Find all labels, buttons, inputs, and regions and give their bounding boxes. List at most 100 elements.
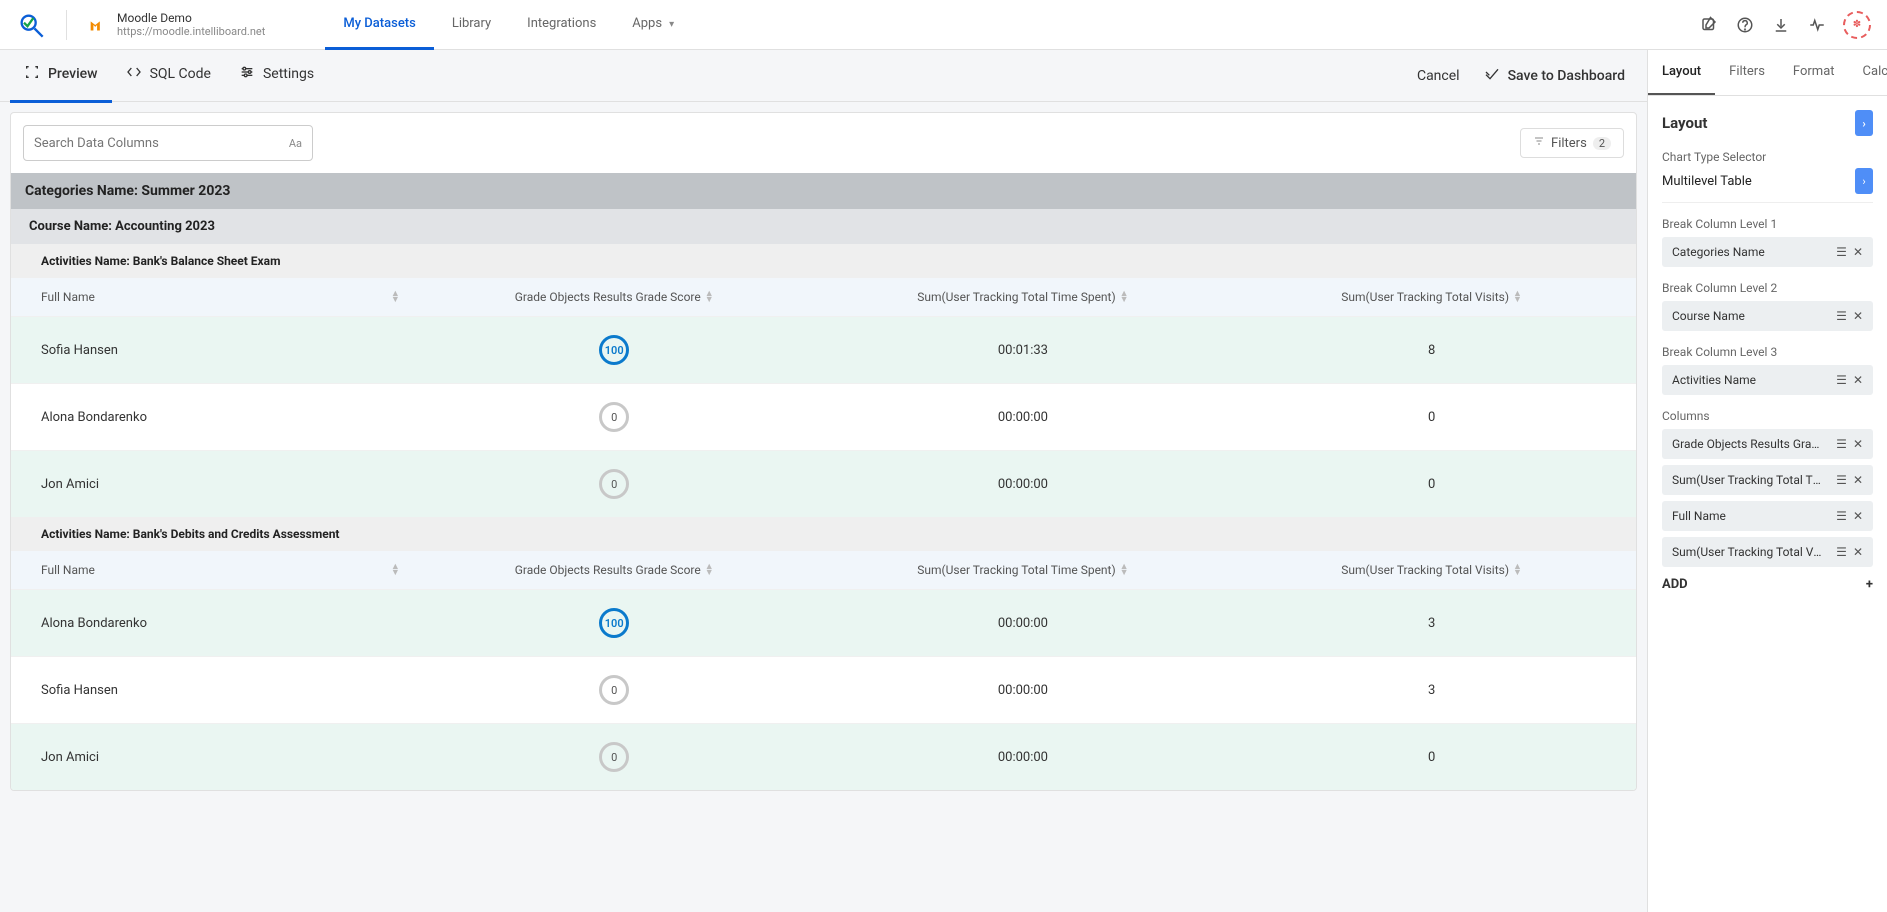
config-icon[interactable]: ☰ (1836, 245, 1847, 259)
brand-info[interactable]: Moodle Demo https://moodle.intelliboard.… (87, 11, 265, 38)
sort-icon[interactable]: ▲▼ (705, 564, 714, 576)
cell-visits: 3 (1227, 590, 1636, 656)
config-icon[interactable]: ☰ (1836, 373, 1847, 387)
rp-tab-filters[interactable]: Filters (1715, 50, 1779, 95)
user-avatar[interactable]: ✽ (1843, 11, 1871, 39)
cell-visits: 8 (1227, 317, 1636, 383)
table-header: Full Name▲▼Grade Objects Results Grade S… (11, 551, 1636, 589)
tab-settings[interactable]: Settings (225, 48, 328, 103)
tab-sql-label: SQL Code (150, 66, 211, 82)
break-level-label-1: Break Column Level 1 (1662, 217, 1873, 231)
download-icon[interactable] (1771, 15, 1791, 35)
sort-icon[interactable]: ▲▼ (1120, 291, 1129, 303)
remove-icon[interactable]: ✕ (1853, 509, 1863, 523)
sort-icon[interactable]: ▲▼ (705, 291, 714, 303)
table-row: Sofia Hansen10000:01:338 (11, 316, 1636, 383)
filter-icon (1533, 135, 1545, 151)
tab-sql-code[interactable]: SQL Code (112, 48, 225, 103)
cell-full-name: Alona Bondarenko (11, 384, 410, 450)
group-level1: Categories Name: Summer 2023 (11, 173, 1636, 209)
rp-tab-calc[interactable]: Calc (1849, 50, 1887, 95)
cancel-button[interactable]: Cancel (1417, 68, 1460, 84)
sort-icon[interactable]: ▲▼ (1513, 564, 1522, 576)
nav-tab-integrations[interactable]: Integrations (509, 0, 614, 50)
cell-visits: 3 (1227, 657, 1636, 723)
sort-icon[interactable]: ▲▼ (1513, 291, 1522, 303)
tab-settings-label: Settings (263, 66, 314, 82)
rp-tab-layout[interactable]: Layout (1648, 50, 1715, 95)
search-input[interactable] (34, 136, 289, 151)
filters-button[interactable]: Filters 2 (1520, 128, 1624, 158)
config-icon[interactable]: ☰ (1836, 437, 1847, 451)
rp-tab-format[interactable]: Format (1779, 50, 1849, 95)
cell-full-name: Sofia Hansen (11, 317, 410, 383)
break-level-chip-2[interactable]: Course Name☰✕ (1662, 301, 1873, 331)
cell-full-name: Jon Amici (11, 451, 410, 517)
cell-time: 00:00:00 (819, 590, 1228, 656)
divider (66, 10, 67, 40)
collapse-panel-button[interactable]: › (1855, 110, 1873, 136)
config-icon[interactable]: ☰ (1836, 473, 1847, 487)
save-label: Save to Dashboard (1508, 68, 1625, 84)
config-icon[interactable]: ☰ (1836, 509, 1847, 523)
help-icon[interactable] (1735, 15, 1755, 35)
nav-tab-library[interactable]: Library (434, 0, 509, 50)
edit-icon[interactable] (1699, 15, 1719, 35)
group-level3: Activities Name: Bank's Balance Sheet Ex… (11, 244, 1636, 278)
sort-icon[interactable]: ▲▼ (1120, 564, 1129, 576)
sort-icon[interactable]: ▲▼ (391, 564, 400, 576)
filters-count: 2 (1593, 137, 1611, 150)
cell-full-name: Jon Amici (11, 724, 410, 790)
columns-section-label: Columns (1662, 409, 1873, 423)
cell-visits: 0 (1227, 451, 1636, 517)
cell-visits: 0 (1227, 384, 1636, 450)
cell-grade: 0 (410, 384, 819, 450)
cell-grade: 0 (410, 451, 819, 517)
break-level-chip-3[interactable]: Activities Name☰✕ (1662, 365, 1873, 395)
chart-type-selector-button[interactable]: › (1855, 168, 1873, 194)
preview-icon (24, 64, 40, 84)
remove-icon[interactable]: ✕ (1853, 437, 1863, 451)
remove-icon[interactable]: ✕ (1853, 473, 1863, 487)
cell-time: 00:00:00 (819, 724, 1228, 790)
column-chip[interactable]: Sum(User Tracking Total Time S...☰✕ (1662, 465, 1873, 495)
app-logo[interactable] (16, 10, 46, 40)
search-data-columns-input[interactable]: Aa (23, 125, 313, 161)
cell-time: 00:00:00 (819, 384, 1228, 450)
add-column-button[interactable]: ADD + (1662, 577, 1873, 592)
brand-url: https://moodle.intelliboard.net (117, 25, 265, 38)
column-chip[interactable]: Full Name☰✕ (1662, 501, 1873, 531)
remove-icon[interactable]: ✕ (1853, 545, 1863, 559)
column-chip[interactable]: Sum(User Tracking Total Visits)☰✕ (1662, 537, 1873, 567)
tab-preview-label: Preview (48, 66, 98, 82)
tab-preview[interactable]: Preview (10, 48, 112, 103)
chart-type-label: Chart Type Selector (1662, 150, 1873, 164)
config-icon[interactable]: ☰ (1836, 309, 1847, 323)
nav-tab-apps[interactable]: Apps (614, 0, 692, 50)
cell-full-name: Sofia Hansen (11, 657, 410, 723)
cell-time: 00:01:33 (819, 317, 1228, 383)
chevron-down-icon (666, 16, 674, 31)
code-icon (126, 64, 142, 84)
sort-icon[interactable]: ▲▼ (391, 291, 400, 303)
remove-icon[interactable]: ✕ (1853, 373, 1863, 387)
plus-icon: + (1866, 577, 1873, 592)
remove-icon[interactable]: ✕ (1853, 245, 1863, 259)
save-to-dashboard-button[interactable]: Save to Dashboard (1484, 66, 1637, 86)
case-toggle[interactable]: Aa (289, 137, 302, 150)
cell-grade: 0 (410, 657, 819, 723)
group-level3: Activities Name: Bank's Debits and Credi… (11, 517, 1636, 551)
config-icon[interactable]: ☰ (1836, 545, 1847, 559)
break-level-chip-1[interactable]: Categories Name☰✕ (1662, 237, 1873, 267)
activity-icon[interactable] (1807, 15, 1827, 35)
nav-tab-my-datasets[interactable]: My Datasets (325, 0, 433, 50)
add-label: ADD (1662, 577, 1688, 592)
column-chip[interactable]: Grade Objects Results Grade Sc...☰✕ (1662, 429, 1873, 459)
filters-label: Filters (1551, 136, 1587, 151)
chart-type-value: Multilevel Table (1662, 174, 1752, 189)
cell-grade: 100 (410, 590, 819, 656)
remove-icon[interactable]: ✕ (1853, 309, 1863, 323)
table-row: Sofia Hansen000:00:003 (11, 656, 1636, 723)
break-level-label-2: Break Column Level 2 (1662, 281, 1873, 295)
table-row: Alona Bondarenko10000:00:003 (11, 589, 1636, 656)
